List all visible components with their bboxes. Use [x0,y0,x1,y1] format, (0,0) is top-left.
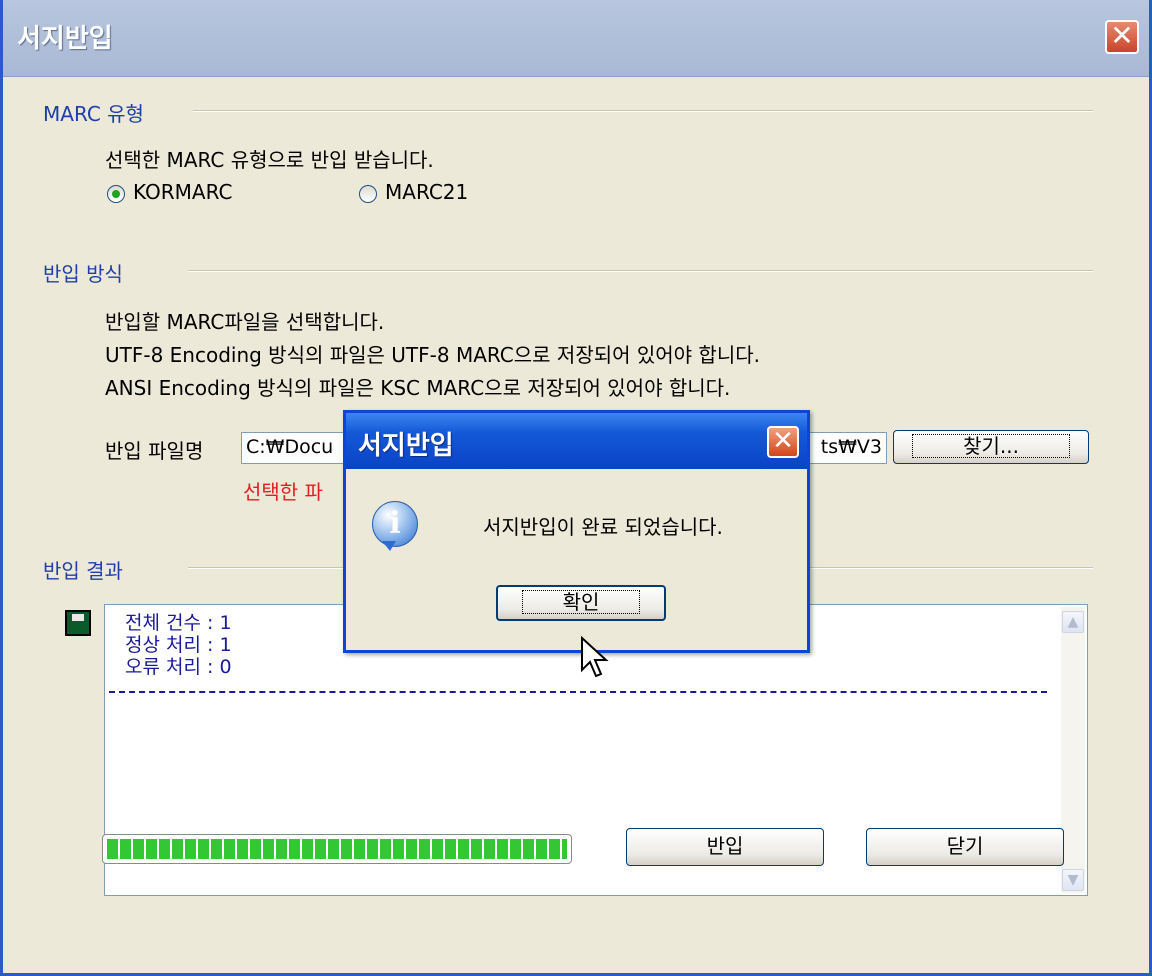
result-success: 정상 처리 : 1 [125,634,232,656]
vertical-scrollbar[interactable]: ▲ ▼ [1061,607,1085,893]
dialog-message: 서지반입이 완료 되었습니다. [483,515,723,539]
warning-text: 선택한 파 [243,480,323,504]
dialog-title: 서지반입 [358,431,454,461]
progress-fill [107,839,567,859]
ok-button-label: 확인 [521,590,641,614]
close-button[interactable]: 닫기 [866,828,1064,866]
result-error: 오류 처리 : 0 [125,656,232,678]
separator-dashes [109,691,1047,693]
import-result-label: 반입 결과 [43,559,123,583]
ok-button[interactable]: 확인 [496,585,666,621]
file-path-value-left: C:₩Docu [246,436,334,458]
radio-selected-dot [112,190,120,198]
method-line-3: ANSI Encoding 방식의 파일은 KSC MARC으로 저장되어 있어… [105,376,731,400]
import-method-label: 반입 방식 [43,262,123,286]
progress-bar [102,834,572,864]
radio-kormarc-label[interactable]: KORMARC [133,180,232,204]
window-title: 서지반입 [17,24,113,54]
file-name-label: 반입 파일명 [105,439,204,463]
import-button[interactable]: 반입 [626,828,824,866]
browse-button-label: 찾기... [912,434,1070,458]
file-path-value-right: ts₩V3 [820,436,882,458]
radio-kormarc[interactable] [107,185,125,203]
radio-marc21-label[interactable]: MARC21 [385,180,468,204]
save-icon[interactable] [65,610,91,636]
info-icon-tail [382,541,396,551]
marc-type-description: 선택한 MARC 유형으로 반입 받습니다. [105,148,434,172]
browse-button[interactable]: 찾기... [893,430,1089,464]
close-icon[interactable]: ✕ [1105,20,1139,54]
section-divider [193,110,1093,112]
scroll-up-icon[interactable]: ▲ [1062,611,1084,633]
result-total: 전체 건수 : 1 [125,612,232,634]
mouse-cursor-icon [581,636,609,678]
scroll-down-icon[interactable]: ▼ [1062,869,1084,891]
method-line-2: UTF-8 Encoding 방식의 파일은 UTF-8 MARC으로 저장되어… [105,343,760,367]
completion-dialog: 서지반입 ✕ i 서지반입이 완료 되었습니다. 확인 [343,410,810,653]
radio-marc21[interactable] [359,185,377,203]
title-bar[interactable]: 서지반입 ✕ [3,0,1149,77]
method-line-1: 반입할 MARC파일을 선택합니다. [105,310,385,334]
dialog-title-bar[interactable]: 서지반입 ✕ [346,413,807,469]
marc-type-label: MARC 유형 [43,102,144,126]
section-divider [188,270,1093,272]
dialog-close-icon[interactable]: ✕ [767,426,799,458]
